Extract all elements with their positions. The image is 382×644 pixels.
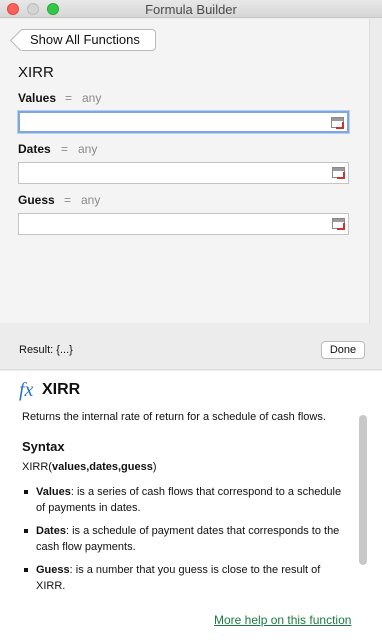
function-name: XIRR — [18, 64, 54, 81]
arg-label-guess: Guess — [18, 193, 55, 207]
syntax-line: XIRR(values,dates,guess) — [22, 461, 157, 473]
dates-input[interactable] — [18, 162, 349, 184]
collapse-dialog-icon[interactable] — [332, 167, 345, 179]
syntax-heading: Syntax — [22, 439, 65, 454]
arg-label-values: Values — [18, 91, 57, 105]
parameter-list: Values: is a series of cash flows that c… — [22, 484, 352, 601]
list-item: Guess: is a number that you guess is clo… — [22, 562, 352, 594]
list-item: Values: is a series of cash flows that c… — [22, 484, 352, 516]
help-description: Returns the internal rate of return for … — [22, 411, 326, 423]
param-name: Guess — [36, 564, 70, 576]
values-input[interactable] — [18, 111, 349, 133]
list-item: Dates: is a schedule of payment dates th… — [22, 523, 352, 555]
result-text: Result: {...} — [19, 344, 73, 356]
arg-label-dates: Dates — [18, 142, 51, 156]
result-row: Result: {...} Done — [0, 332, 382, 370]
param-text: : is a number that you guess is close to… — [36, 564, 321, 592]
arg-equals-values: = — [65, 91, 73, 105]
param-text: : is a series of cash flows that corresp… — [36, 486, 342, 514]
arg-type-values: any — [82, 91, 102, 105]
done-button[interactable]: Done — [321, 341, 365, 359]
param-text: : is a schedule of payment dates that co… — [36, 525, 340, 553]
param-name: Dates — [36, 525, 66, 537]
syntax-suffix: ) — [152, 461, 157, 473]
arg-type-guess: any — [81, 193, 101, 207]
arg-type-dates: any — [78, 142, 98, 156]
arg-equals-guess: = — [64, 193, 72, 207]
syntax-prefix: XIRR( — [22, 461, 52, 473]
collapse-dialog-icon[interactable] — [332, 218, 345, 230]
guess-input[interactable] — [18, 213, 349, 235]
help-scrollbar[interactable] — [359, 415, 367, 565]
window-title: Formula Builder — [145, 2, 237, 17]
param-name: Values — [36, 486, 71, 498]
fx-icon: fx — [19, 379, 34, 401]
show-all-functions-label: Show All Functions — [30, 32, 140, 47]
help-title: XIRR — [42, 381, 81, 398]
syntax-args: values,dates,guess — [51, 461, 153, 473]
help-pane: fx XIRR Returns the internal rate of ret… — [0, 371, 382, 644]
collapse-dialog-icon[interactable] — [331, 117, 344, 129]
show-all-functions-button[interactable]: Show All Functions — [19, 29, 156, 51]
arg-equals-dates: = — [61, 142, 69, 156]
title-bar: Formula Builder — [0, 0, 382, 18]
more-help-link[interactable]: More help on this function — [214, 613, 351, 627]
